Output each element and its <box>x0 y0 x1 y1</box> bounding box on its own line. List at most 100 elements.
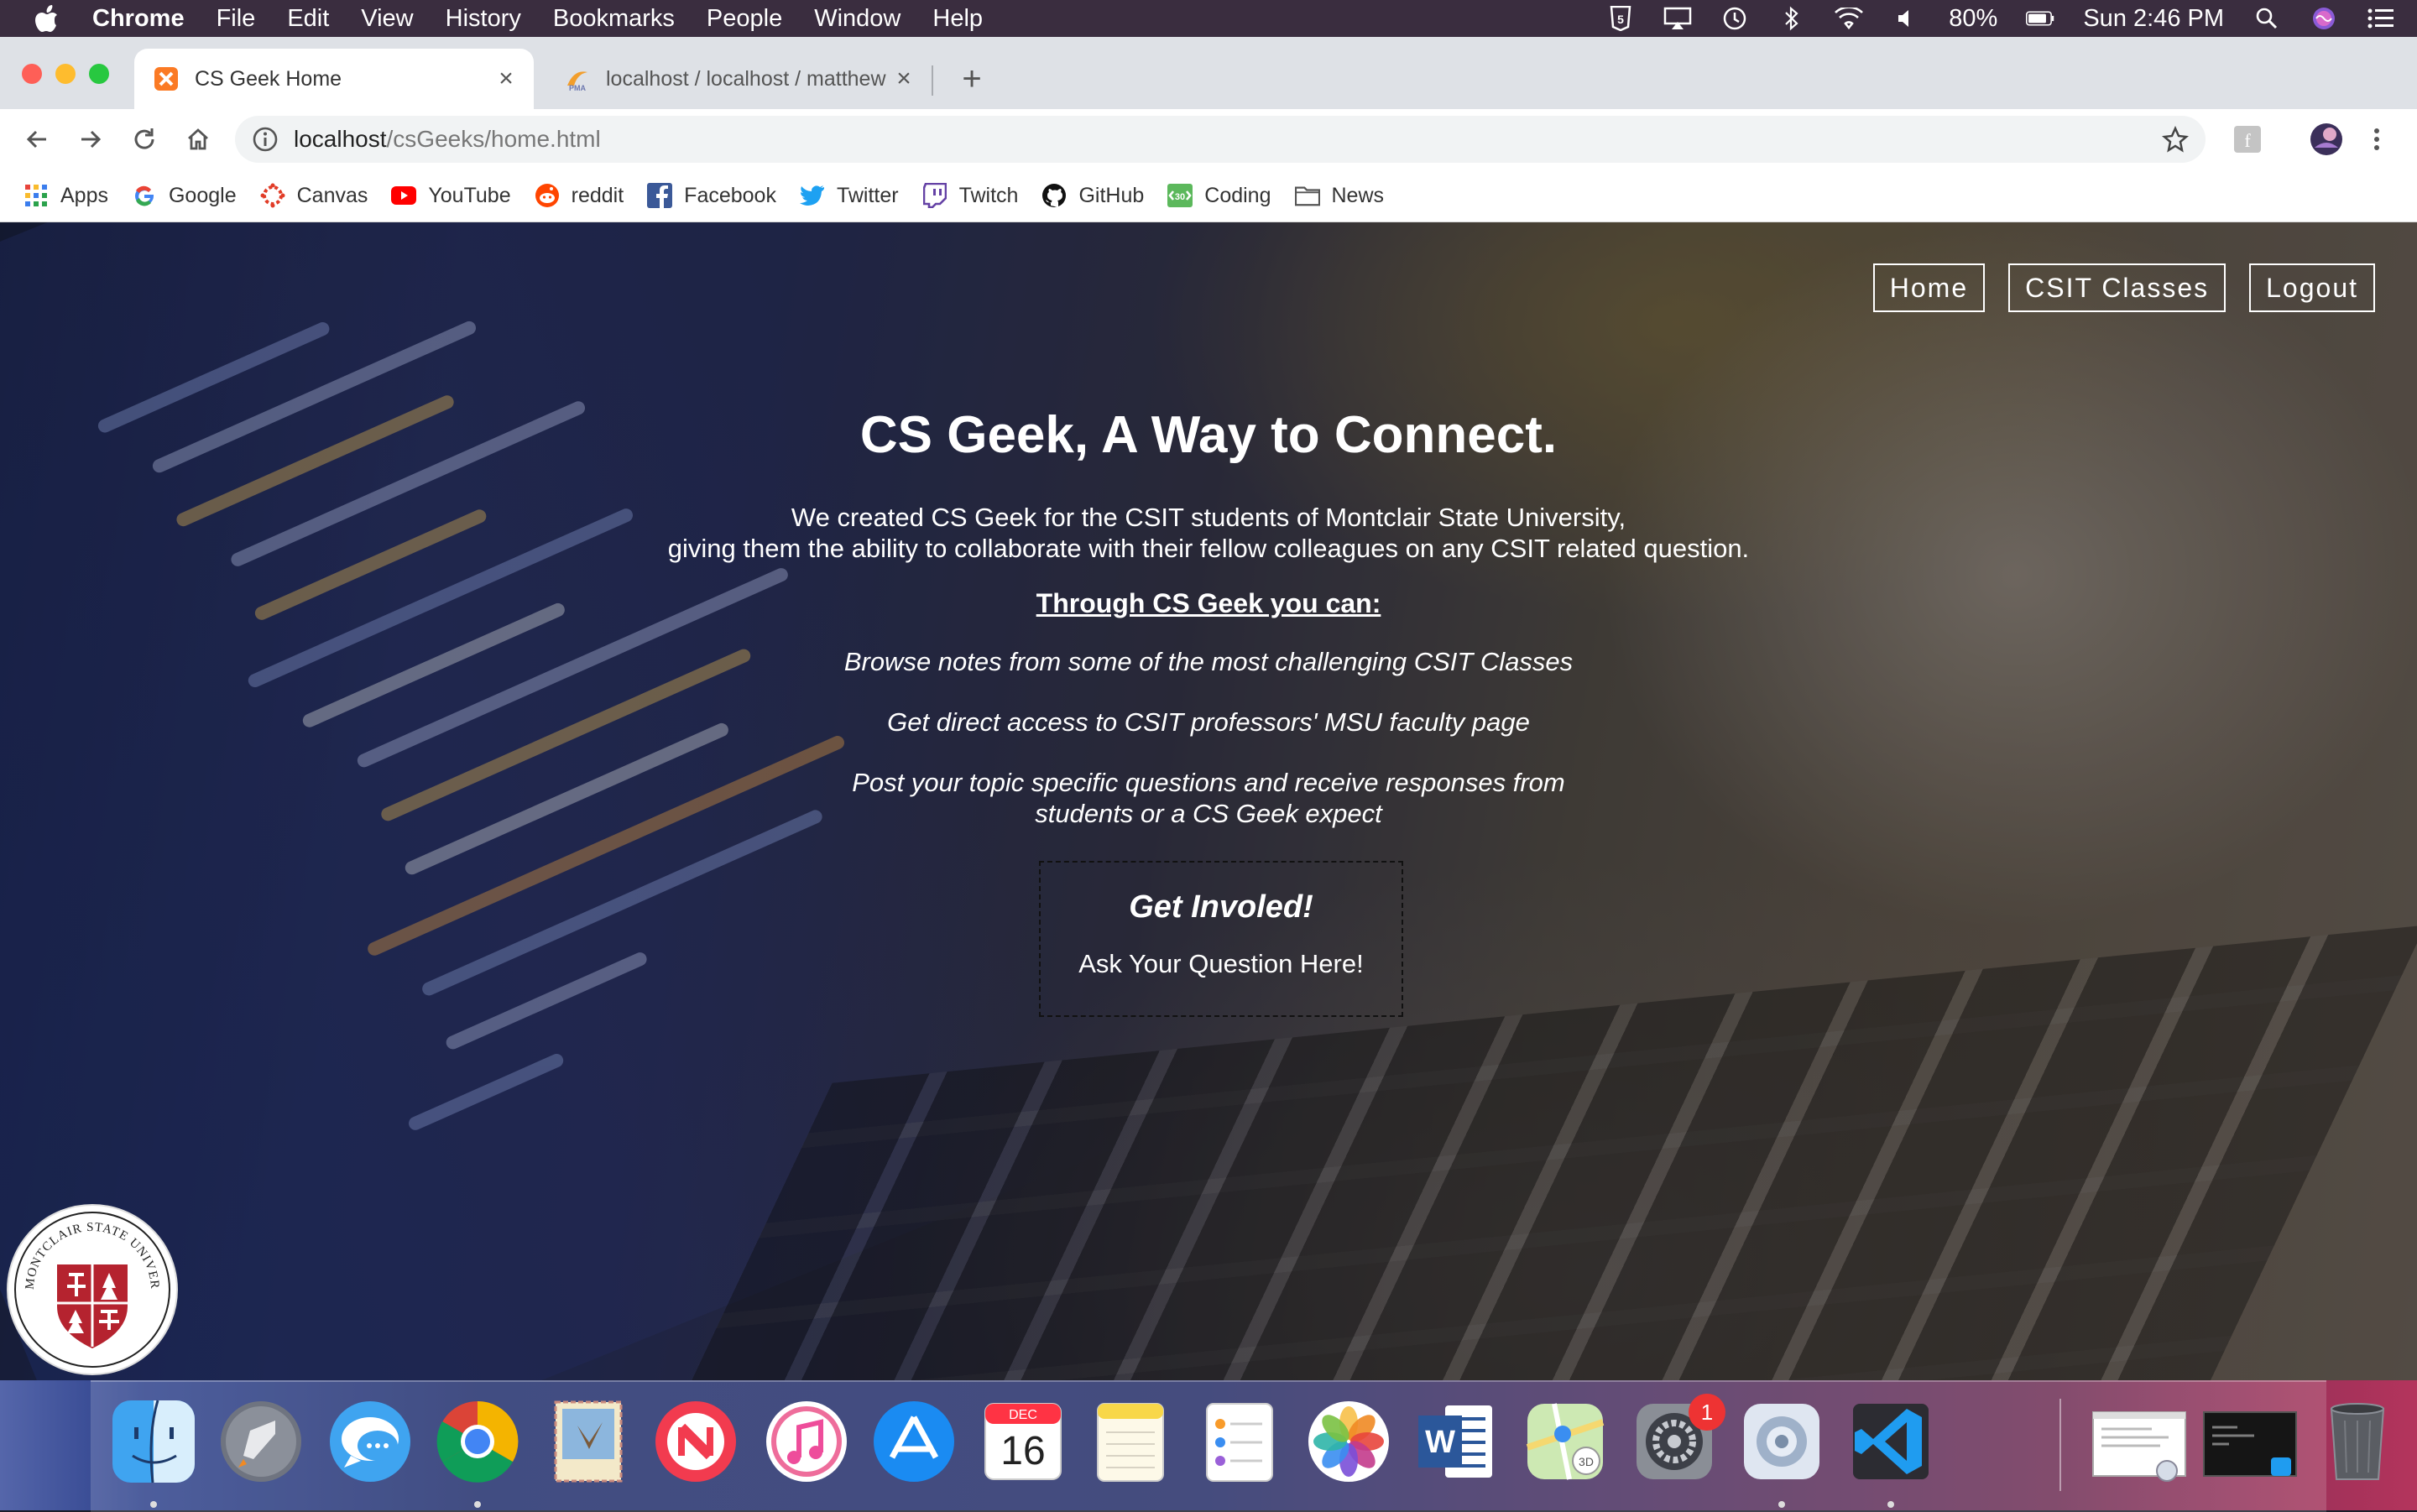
bookmark-label: Facebook <box>684 183 776 207</box>
html5-status-icon[interactable]: 5 <box>1606 6 1635 31</box>
bookmark-twitch[interactable]: Twitch <box>922 183 1018 208</box>
menu-people[interactable]: People <box>707 5 782 33</box>
tab-close-icon[interactable]: × <box>891 65 916 92</box>
tab-cs-geek-home[interactable]: CS Geek Home × <box>134 49 534 109</box>
preview-window-thumbnail-icon[interactable] <box>2090 1397 2189 1486</box>
page-headline: CS Geek, A Way to Connect. <box>859 406 1558 464</box>
profile-avatar-icon[interactable] <box>2310 123 2343 156</box>
feature-browse-notes: Browse notes from some of the most chall… <box>843 647 1574 676</box>
github-icon <box>1041 183 1067 208</box>
menu-edit[interactable]: Edit <box>287 5 329 33</box>
features-heading: Through CS Geek you can: <box>1036 588 1381 618</box>
calendar-month: DEC <box>1009 1408 1037 1422</box>
app-store-icon[interactable] <box>869 1397 958 1486</box>
menubar-clock[interactable]: Sun 2:46 PM <box>2083 5 2224 33</box>
nav-home-link[interactable]: Home <box>1872 263 1986 312</box>
vscode-icon[interactable] <box>1846 1397 1935 1486</box>
battery-icon[interactable] <box>2026 6 2054 31</box>
address-bar[interactable]: localhost/csGeeks/home.html <box>235 116 2206 163</box>
tab-close-icon[interactable]: × <box>493 65 519 92</box>
bookmark-canvas[interactable]: Canvas <box>260 183 368 208</box>
menu-help[interactable]: Help <box>932 5 983 33</box>
tab-phpmyadmin[interactable]: PMA localhost / localhost / matthew × <box>546 49 932 109</box>
time-machine-icon[interactable] <box>1720 6 1749 31</box>
window-fullscreen-button[interactable] <box>89 64 109 84</box>
bookmark-star-icon[interactable] <box>2162 126 2189 153</box>
bookmark-label: YouTube <box>428 183 511 207</box>
url-host: localhost <box>294 126 387 152</box>
bookmark-reddit[interactable]: reddit <box>535 183 624 208</box>
mail-icon[interactable] <box>544 1397 633 1486</box>
news-icon[interactable] <box>651 1397 740 1486</box>
launchpad-icon[interactable] <box>217 1397 305 1486</box>
notification-badge: 1 <box>1689 1394 1725 1431</box>
tab-title: localhost / localhost / matthew <box>606 66 886 91</box>
facebook-icon <box>647 183 673 208</box>
bookmark-coding[interactable]: 30 Coding <box>1167 183 1271 208</box>
menu-window[interactable]: Window <box>814 5 901 33</box>
word-icon[interactable]: W <box>1412 1397 1501 1486</box>
spotlight-search-icon[interactable] <box>2253 6 2281 31</box>
bookmark-github[interactable]: GitHub <box>1041 183 1144 208</box>
network-utility-icon[interactable] <box>1737 1397 1826 1486</box>
menu-bookmarks[interactable]: Bookmarks <box>553 5 675 33</box>
address-url[interactable]: localhost/csGeeks/home.html <box>294 126 601 153</box>
finder-icon[interactable] <box>109 1397 198 1486</box>
calendar-icon[interactable]: DEC 16 <box>979 1397 1068 1486</box>
home-button[interactable] <box>180 121 217 158</box>
svg-text:5: 5 <box>1617 13 1624 26</box>
intro-line: giving them the ability to collaborate w… <box>667 534 1750 563</box>
reload-button[interactable] <box>126 121 163 158</box>
trash-icon[interactable] <box>2313 1395 2402 1484</box>
bookmark-label: Apps <box>60 183 108 207</box>
chrome-menu-icon[interactable] <box>2368 124 2385 154</box>
chrome-icon[interactable] <box>433 1397 522 1486</box>
bookmark-folder-news[interactable]: News <box>1294 183 1384 208</box>
itunes-icon[interactable] <box>762 1397 851 1486</box>
twitter-icon <box>799 183 825 208</box>
forward-button[interactable] <box>72 121 109 158</box>
ask-question-link[interactable]: Ask Your Question Here! <box>1041 949 1402 979</box>
window-minimize-button[interactable] <box>55 64 76 84</box>
notes-icon[interactable] <box>1086 1397 1175 1486</box>
extension-icon[interactable]: f <box>2232 124 2263 154</box>
browser-tab-strip: CS Geek Home × PMA localhost / localhost… <box>0 37 2417 109</box>
battery-percent: 80% <box>1949 4 1998 32</box>
reminders-icon[interactable] <box>1195 1397 1284 1486</box>
bookmark-label: Google <box>168 183 237 207</box>
siri-icon[interactable] <box>2310 6 2338 31</box>
photos-icon[interactable] <box>1304 1397 1393 1486</box>
bookmark-youtube[interactable]: YouTube <box>391 183 511 208</box>
maps-icon[interactable]: 3D <box>1521 1397 1610 1486</box>
apple-menu-icon[interactable] <box>30 2 64 35</box>
bluetooth-icon[interactable] <box>1778 6 1806 31</box>
bookmark-facebook[interactable]: Facebook <box>647 183 776 208</box>
bookmark-label: GitHub <box>1078 183 1145 207</box>
site-info-icon[interactable] <box>252 126 279 153</box>
airplay-icon[interactable] <box>1663 6 1692 31</box>
bookmark-twitter[interactable]: Twitter <box>799 183 899 208</box>
bookmark-apps[interactable]: Apps <box>23 183 108 208</box>
menu-app-name[interactable]: Chrome <box>92 5 185 33</box>
notification-center-icon[interactable] <box>2367 6 2395 31</box>
site-nav: Home CSIT Classes Logout <box>1872 263 2375 312</box>
wifi-icon[interactable] <box>1835 6 1864 31</box>
menu-view[interactable]: View <box>361 5 413 33</box>
bookmark-google[interactable]: Google <box>132 183 237 208</box>
volume-icon[interactable] <box>1892 6 1920 31</box>
reload-icon <box>134 128 154 149</box>
window-close-button[interactable] <box>22 64 42 84</box>
menu-history[interactable]: History <box>446 5 521 33</box>
messages-icon[interactable] <box>326 1397 415 1486</box>
youtube-icon <box>391 183 417 208</box>
menu-file[interactable]: File <box>217 5 256 33</box>
feature-line: Post your topic specific questions and r… <box>852 768 1565 797</box>
montclair-seal-logo[interactable]: MONTCLAIR STATE UNIVERSITY <box>3 1196 178 1375</box>
new-tab-button[interactable]: + <box>953 60 990 97</box>
feature-post-questions: Post your topic specific questions and r… <box>0 767 2417 829</box>
vscode-running-dot <box>1887 1501 1894 1508</box>
nav-csit-classes-link[interactable]: CSIT Classes <box>2008 263 2226 312</box>
nav-logout-link[interactable]: Logout <box>2249 263 2375 312</box>
back-button[interactable] <box>18 121 55 158</box>
terminal-window-thumbnail-icon[interactable] <box>2200 1397 2300 1486</box>
